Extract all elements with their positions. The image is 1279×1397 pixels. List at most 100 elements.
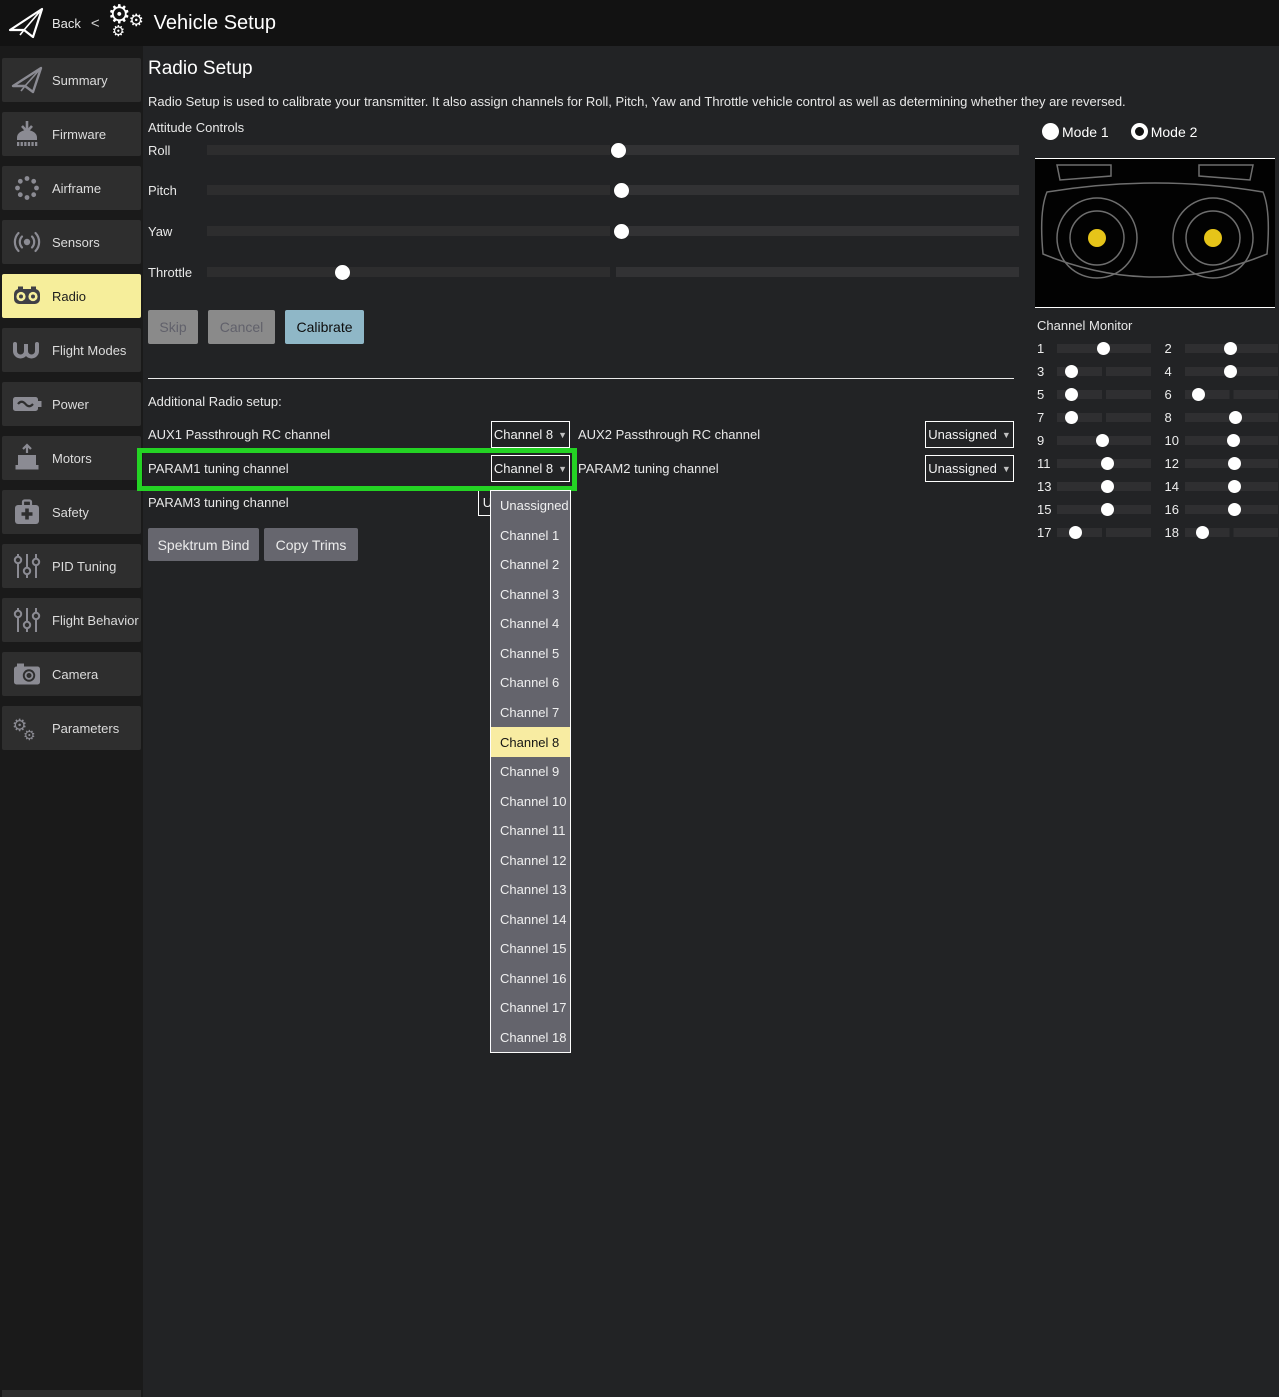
spektrum-bind-button[interactable]: Spektrum Bind <box>148 528 259 561</box>
skip-button[interactable]: Skip <box>148 310 198 344</box>
channel-monitor-row: 2 <box>1165 337 1279 360</box>
sidebar-item-firmware[interactable]: Firmware <box>2 112 141 156</box>
left-stick-dot <box>1088 229 1106 247</box>
dropdown-option[interactable]: Channel 15 <box>491 934 570 964</box>
channel-number: 10 <box>1165 433 1180 448</box>
dropdown-option[interactable]: Channel 3 <box>491 580 570 610</box>
channel-bar <box>1057 505 1151 514</box>
radio-button-icon <box>1042 123 1059 140</box>
slider-label: Roll <box>148 143 207 158</box>
back-button[interactable]: Back <box>52 16 81 31</box>
channel-value-dot <box>1224 365 1237 378</box>
channel-monitor-row: 14 <box>1165 475 1279 498</box>
sidebar-item-airframe[interactable]: Airframe <box>2 166 141 210</box>
chevron-down-icon: ▼ <box>558 464 567 474</box>
slider-handle[interactable] <box>611 143 626 158</box>
channel-monitor-row: 13 <box>1037 475 1151 498</box>
sidebar-item-label: Flight Behavior <box>52 613 139 628</box>
mode-selector: Mode 1 Mode 2 <box>1042 123 1197 140</box>
channel-bar <box>1185 367 1279 376</box>
slider-label: Yaw <box>148 224 207 239</box>
sidebar-item-sensors[interactable]: Sensors <box>2 220 141 264</box>
sidebar-item-label: Motors <box>52 451 92 466</box>
slider-handle[interactable] <box>335 265 350 280</box>
sidebar-item-label: Parameters <box>52 721 119 736</box>
sidebar-item-summary[interactable]: Summary <box>2 58 141 102</box>
sidebar-item-parameters[interactable]: ⚙⚙ Parameters <box>2 706 141 750</box>
channel-bar <box>1185 459 1279 468</box>
sidebar-item-pid-tuning[interactable]: PID Tuning <box>2 544 141 588</box>
channel-value-dot <box>1228 457 1241 470</box>
dropdown-option[interactable]: Channel 9 <box>491 757 570 787</box>
aux2-channel-dropdown[interactable]: Unassigned▼ <box>925 421 1014 448</box>
copy-trims-button[interactable]: Copy Trims <box>264 528 358 561</box>
channel-value-dot <box>1096 434 1109 447</box>
param1-channel-dropdown[interactable]: Channel 8▼ <box>491 455 570 482</box>
sidebar-item-flight-modes[interactable]: Flight Modes <box>2 328 141 372</box>
channel-number: 18 <box>1165 525 1180 540</box>
channel-monitor-row: 15 <box>1037 498 1151 521</box>
channel-value-dot <box>1065 365 1078 378</box>
dropdown-option[interactable]: Channel 2 <box>491 550 570 580</box>
dropdown-option[interactable]: Channel 8 <box>491 727 570 757</box>
dropdown-option[interactable]: Channel 6 <box>491 668 570 698</box>
slider-handle[interactable] <box>614 183 629 198</box>
sidebar-item-power[interactable]: Power <box>2 382 141 426</box>
slider-track[interactable] <box>207 145 1019 155</box>
aux1-channel-dropdown[interactable]: Channel 8▼ <box>491 421 570 448</box>
sidebar-item-radio[interactable]: Radio <box>2 274 141 318</box>
page-title: Vehicle Setup <box>154 12 276 35</box>
channel-bar <box>1057 436 1151 445</box>
channel-value-dot <box>1224 342 1237 355</box>
sidebar-item-camera[interactable]: Camera <box>2 652 141 696</box>
cancel-button[interactable]: Cancel <box>208 310 275 344</box>
slider-track[interactable] <box>207 226 1019 236</box>
channel-value-dot <box>1065 411 1078 424</box>
dropdown-option[interactable]: Unassigned <box>491 491 570 521</box>
paper-plane-icon <box>9 65 45 95</box>
channel-value-dot <box>1229 411 1242 424</box>
channel-number: 11 <box>1037 456 1052 471</box>
transmitter-graphic <box>1035 158 1275 308</box>
sidebar-item-flight-behavior[interactable]: Flight Behavior <box>2 598 141 642</box>
vehicle-setup-gears-icon: ⚙⚙⚙ <box>108 1 150 45</box>
dropdown-option[interactable]: Channel 12 <box>491 845 570 875</box>
dropdown-option[interactable]: Channel 16 <box>491 964 570 994</box>
channel-bar <box>1185 482 1279 491</box>
dropdown-option[interactable]: Channel 14 <box>491 904 570 934</box>
dropdown-option[interactable]: Channel 18 <box>491 1023 570 1053</box>
channel-monitor-row: 11 <box>1037 452 1151 475</box>
slider-handle[interactable] <box>614 224 629 239</box>
sidebar-item-label: Summary <box>52 73 108 88</box>
slider-track[interactable] <box>207 267 1019 277</box>
dropdown-option[interactable]: Channel 5 <box>491 639 570 669</box>
sidebar-item-safety[interactable]: Safety <box>2 490 141 534</box>
sidebar-item-label: Airframe <box>52 181 101 196</box>
channel-number: 7 <box>1037 410 1052 425</box>
mode-1-radio[interactable]: Mode 1 <box>1042 123 1109 140</box>
dropdown-option[interactable]: Channel 11 <box>491 816 570 846</box>
channel-number: 3 <box>1037 364 1052 379</box>
sidebar-item-motors[interactable]: Motors <box>2 436 141 480</box>
dropdown-option[interactable]: Channel 7 <box>491 698 570 728</box>
channel-bar <box>1057 482 1151 491</box>
gears-icon: ⚙⚙ <box>9 713 45 743</box>
channel-monitor-row: 1 <box>1037 337 1151 360</box>
dropdown-option[interactable]: Channel 10 <box>491 786 570 816</box>
channel-number: 9 <box>1037 433 1052 448</box>
channel-value-dot <box>1101 503 1114 516</box>
additional-radio-heading: Additional Radio setup: <box>148 394 282 409</box>
dropdown-option[interactable]: Channel 17 <box>491 993 570 1023</box>
channel-bar <box>1185 528 1279 537</box>
right-stick-dot <box>1204 229 1222 247</box>
dropdown-option[interactable]: Channel 13 <box>491 875 570 905</box>
mode-2-radio[interactable]: Mode 2 <box>1131 123 1198 140</box>
dropdown-option[interactable]: Channel 1 <box>491 521 570 551</box>
calibrate-button[interactable]: Calibrate <box>285 310 364 344</box>
qgc-logo-icon[interactable] <box>7 6 45 40</box>
sensors-icon <box>9 227 45 257</box>
top-toolbar: Back < ⚙⚙⚙ Vehicle Setup <box>0 0 1279 46</box>
slider-track[interactable] <box>207 185 1019 195</box>
dropdown-option[interactable]: Channel 4 <box>491 609 570 639</box>
param2-channel-dropdown[interactable]: Unassigned▼ <box>925 455 1014 482</box>
